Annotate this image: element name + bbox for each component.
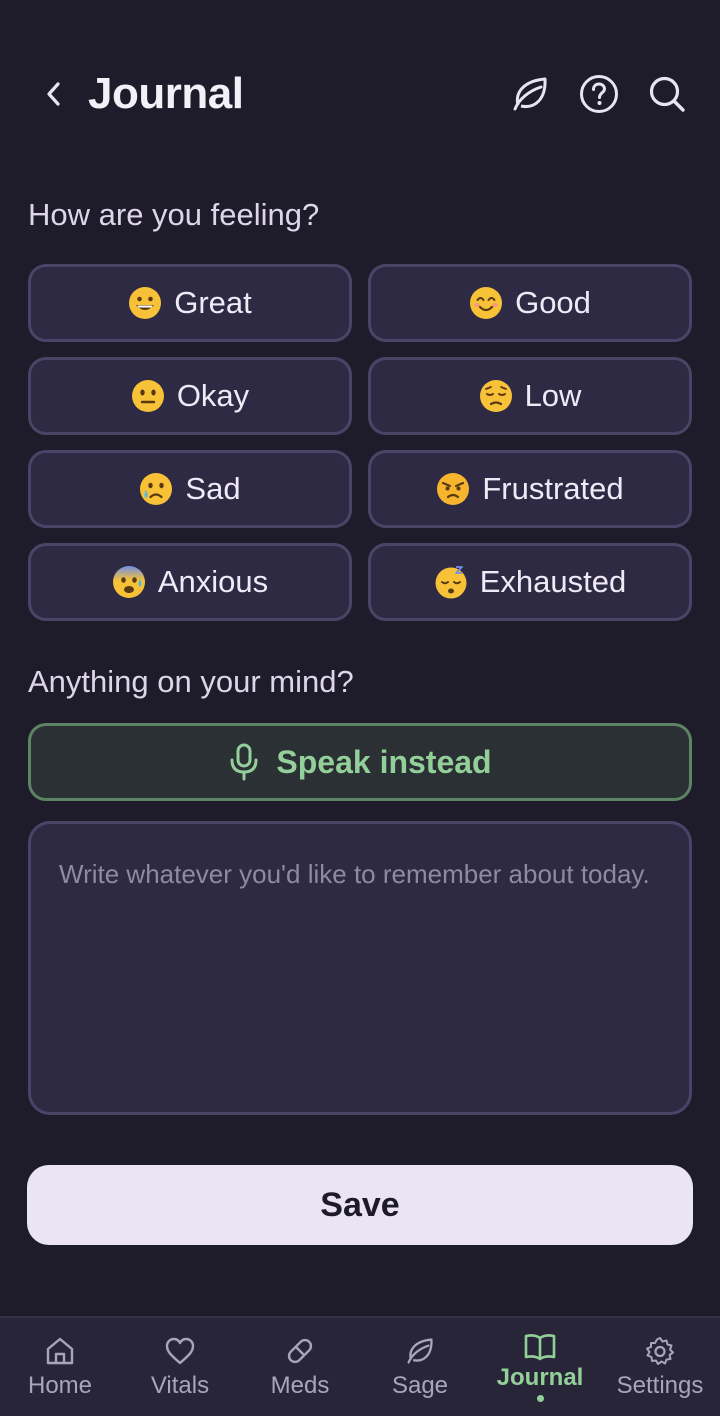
neutral-face-icon xyxy=(131,380,164,412)
nav-label: Settings xyxy=(616,1372,704,1399)
speak-instead-button[interactable]: Speak instead xyxy=(28,723,692,801)
mood-label: Sad xyxy=(185,471,241,506)
mood-label: Great xyxy=(174,285,252,320)
mind-section-title: Anything on your mind? xyxy=(28,664,354,699)
smiling-face-icon xyxy=(470,287,503,319)
nav-item-settings[interactable]: Settings xyxy=(600,1318,720,1416)
mood-label: Good xyxy=(515,285,591,320)
crying-face-icon xyxy=(140,473,173,505)
pill-icon xyxy=(287,1338,313,1364)
nav-item-meds[interactable]: Meds xyxy=(240,1318,360,1416)
active-indicator-dot xyxy=(536,1395,544,1402)
mood-label: Anxious xyxy=(157,564,269,599)
mood-label: Exhausted xyxy=(479,564,627,599)
search-button[interactable] xyxy=(645,72,689,116)
book-icon xyxy=(524,1334,556,1361)
mood-sad-button[interactable]: Sad xyxy=(28,450,352,528)
back-button[interactable] xyxy=(36,76,72,112)
search-icon xyxy=(649,76,685,112)
nav-label: Vitals xyxy=(150,1372,210,1399)
angry-face-icon xyxy=(437,473,470,505)
nav-item-home[interactable]: Home xyxy=(0,1318,120,1416)
home-icon xyxy=(46,1337,74,1365)
leaf-icon xyxy=(513,77,547,111)
mood-exhausted-button[interactable]: Exhausted xyxy=(368,543,692,621)
journal-screen: Journal How are you feeling? Great Good … xyxy=(0,0,720,1416)
help-icon xyxy=(580,75,618,113)
grinning-face-icon xyxy=(129,287,162,319)
mood-label: Low xyxy=(524,378,582,413)
mood-anxious-button[interactable]: Anxious xyxy=(28,543,352,621)
anxious-face-icon xyxy=(112,566,145,598)
mood-frustrated-button[interactable]: Frustrated xyxy=(368,450,692,528)
mood-low-button[interactable]: Low xyxy=(368,357,692,435)
microphone-icon xyxy=(230,743,258,781)
bottom-nav: Home Vitals Meds Sage Journal Settings xyxy=(0,1316,720,1416)
page-title: Journal xyxy=(88,69,244,118)
mood-label: Frustrated xyxy=(482,471,624,506)
heart-icon xyxy=(165,1337,195,1365)
header: Journal xyxy=(0,56,720,132)
nav-item-journal[interactable]: Journal xyxy=(480,1318,600,1416)
back-chevron-icon xyxy=(47,82,60,106)
journal-note-box xyxy=(28,821,692,1115)
nav-label: Sage xyxy=(391,1372,449,1399)
mood-okay-button[interactable]: Okay xyxy=(28,357,352,435)
sage-leaf-button[interactable] xyxy=(508,72,552,116)
leaf-icon xyxy=(407,1338,433,1364)
mood-good-button[interactable]: Good xyxy=(368,264,692,342)
mood-label: Okay xyxy=(176,378,250,413)
gear-icon xyxy=(646,1337,674,1365)
mood-great-button[interactable]: Great xyxy=(28,264,352,342)
save-button[interactable]: Save xyxy=(27,1165,693,1245)
journal-note-input[interactable] xyxy=(59,854,661,1082)
mood-section-title: How are you feeling? xyxy=(28,197,320,232)
sleeping-face-icon xyxy=(435,566,467,599)
mood-grid: Great Good Okay Low Sad Frustrated Anxio… xyxy=(28,264,692,621)
nav-label: Home xyxy=(27,1372,93,1399)
help-button[interactable] xyxy=(577,72,621,116)
nav-item-sage[interactable]: Sage xyxy=(360,1318,480,1416)
nav-item-vitals[interactable]: Vitals xyxy=(120,1318,240,1416)
nav-label: Meds xyxy=(270,1372,330,1399)
speak-instead-label: Speak instead xyxy=(276,743,492,780)
pensive-face-icon xyxy=(479,380,512,412)
nav-label: Journal xyxy=(496,1364,584,1391)
